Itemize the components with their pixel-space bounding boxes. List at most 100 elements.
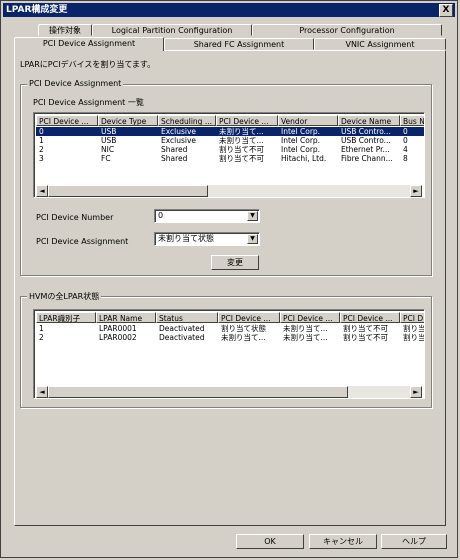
- table-row[interactable]: 0 USB Exclusive 未割り当て... Intel Corp. USB…: [36, 127, 424, 136]
- table-cell: 割り当て不可: [219, 154, 264, 163]
- table-cell: Shared: [161, 145, 188, 154]
- change-button[interactable]: 変更: [211, 255, 259, 270]
- table-cell: Intel Corp.: [278, 127, 338, 136]
- pci-col-header[interactable]: Device Name: [338, 115, 400, 126]
- table-cell: 2: [39, 333, 44, 342]
- pci-list-hscrollbar[interactable]: ◄ ►: [36, 185, 422, 197]
- table-cell: 未割り当て...: [219, 136, 264, 145]
- tab-shared-fc-assignment[interactable]: Shared FC Assignment: [164, 38, 314, 50]
- table-cell: 2: [39, 145, 44, 154]
- table-cell: Deactivated: [159, 324, 205, 333]
- table-cell: Hitachi, Ltd.: [281, 154, 327, 163]
- table-cell: Ethernet Pr...: [341, 145, 390, 154]
- tab-vnic-assignment[interactable]: VNIC Assignment: [314, 38, 446, 50]
- lpar-group-legend: HVMの全LPAR状態: [27, 291, 102, 302]
- lpar-col-header[interactable]: PCI Device ...: [218, 312, 280, 323]
- table-cell: LPAR0002: [99, 333, 137, 342]
- lpar-col-header[interactable]: Status: [156, 312, 218, 323]
- scroll-thumb[interactable]: [48, 386, 348, 398]
- cancel-button[interactable]: キャンセル: [309, 534, 377, 549]
- scroll-left-icon[interactable]: ◄: [36, 185, 48, 197]
- table-cell: Exclusive: [161, 136, 197, 145]
- table-cell: 割り当て不可: [343, 324, 388, 333]
- table-cell: 未割り当て...: [283, 333, 328, 342]
- pci-device-list[interactable]: PCI Device ... Device Type Scheduling ..…: [33, 112, 425, 198]
- table-cell: 0: [403, 136, 408, 145]
- table-cell: LPAR0001: [99, 324, 137, 333]
- table-cell: Shared: [161, 154, 188, 163]
- table-cell: Deactivated: [159, 333, 205, 342]
- table-cell: 1: [39, 136, 44, 145]
- table-cell: Exclusive: [158, 127, 216, 136]
- table-cell: 割り当: [403, 333, 425, 342]
- device-number-value: 0: [158, 211, 164, 220]
- table-cell: 8: [403, 154, 408, 163]
- lpar-list-hscrollbar[interactable]: ◄ ►: [36, 386, 422, 398]
- lpar-col-header[interactable]: LPAR識別子: [36, 312, 96, 323]
- table-cell: 1: [39, 324, 44, 333]
- tab-operation-target[interactable]: 操作対象: [38, 24, 92, 36]
- lpar-col-header[interactable]: PCI D: [400, 312, 424, 323]
- help-button[interactable]: ヘルプ: [381, 534, 447, 549]
- assignment-value: 未割り当て状態: [158, 234, 214, 243]
- lpar-col-header[interactable]: PCI Device ...: [280, 312, 340, 323]
- assignment-label: PCI Device Assignment: [36, 237, 129, 246]
- table-cell: 割り当て状態: [221, 324, 266, 333]
- tab-processor-configuration[interactable]: Processor Configuration: [252, 24, 442, 36]
- table-cell: 3: [39, 154, 44, 163]
- assignment-select[interactable]: 未割り当て状態 ▼: [154, 232, 260, 246]
- device-number-select[interactable]: 0 ▼: [154, 209, 260, 223]
- table-cell: Fibre Chann...: [341, 154, 393, 163]
- pci-col-header[interactable]: Bus N: [400, 115, 424, 126]
- tab-pci-device-assignment[interactable]: PCI Device Assignment: [14, 37, 164, 51]
- table-cell: USB Contro...: [338, 127, 400, 136]
- pci-col-header[interactable]: PCI Device ...: [216, 115, 278, 126]
- tab-logical-partition-configuration[interactable]: Logical Partition Configuration: [92, 24, 252, 36]
- table-cell: NIC: [101, 145, 115, 154]
- table-cell: Intel Corp.: [281, 136, 321, 145]
- close-button[interactable]: X: [439, 4, 453, 17]
- lpar-status-list[interactable]: LPAR識別子 LPAR Name Status PCI Device ... …: [33, 309, 425, 399]
- lpar-col-header[interactable]: LPAR Name: [96, 312, 156, 323]
- table-cell: Intel Corp.: [281, 145, 321, 154]
- table-row[interactable]: 1 LPAR0001 Deactivated 割り当て状態 未割り当て... 割…: [36, 324, 424, 333]
- table-cell: 割り当て不可: [343, 333, 388, 342]
- pci-col-header[interactable]: PCI Device ...: [36, 115, 98, 126]
- pci-list-title: PCI Device Assignment 一覧: [33, 98, 144, 107]
- lpar-col-header[interactable]: PCI Device ...: [340, 312, 400, 323]
- pci-group-legend: PCI Device Assignment: [27, 79, 124, 88]
- pci-col-header[interactable]: Scheduling ...: [158, 115, 216, 126]
- lpar-list-rows: 1 LPAR0001 Deactivated 割り当て状態 未割り当て... 割…: [36, 324, 425, 342]
- table-cell: 0: [36, 127, 98, 136]
- table-cell: USB: [98, 127, 158, 136]
- table-row[interactable]: 2 NIC Shared 割り当て不可 Intel Corp. Ethernet…: [36, 145, 424, 154]
- table-cell: USB Contro...: [341, 136, 391, 145]
- table-cell: 未割り当て...: [216, 127, 278, 136]
- chevron-down-icon[interactable]: ▼: [247, 211, 258, 221]
- instruction-text: LPARにPCIデバイスを割り当てます。: [20, 60, 156, 69]
- pci-list-rows: 0 USB Exclusive 未割り当て... Intel Corp. USB…: [36, 127, 424, 163]
- table-cell: 未割り当て...: [221, 333, 266, 342]
- chevron-down-icon[interactable]: ▼: [247, 234, 258, 244]
- device-number-label: PCI Device Number: [36, 213, 114, 222]
- table-cell: 0: [400, 127, 424, 136]
- lpar-list-header: LPAR識別子 LPAR Name Status PCI Device ... …: [36, 312, 424, 323]
- scroll-right-icon[interactable]: ►: [410, 185, 422, 197]
- pci-list-header: PCI Device ... Device Type Scheduling ..…: [36, 115, 424, 126]
- table-cell: FC: [101, 154, 111, 163]
- ok-button[interactable]: OK: [236, 534, 304, 549]
- scroll-right-icon[interactable]: ►: [410, 386, 422, 398]
- table-row[interactable]: 2 LPAR0002 Deactivated 未割り当て... 未割り当て...…: [36, 333, 425, 342]
- table-cell: 未割り当て...: [283, 324, 328, 333]
- scroll-left-icon[interactable]: ◄: [36, 386, 48, 398]
- table-cell: USB: [101, 136, 117, 145]
- title-bar[interactable]: LPAR構成変更 X: [3, 3, 455, 17]
- pci-col-header[interactable]: Device Type: [98, 115, 158, 126]
- pci-col-header[interactable]: Vendor: [278, 115, 338, 126]
- table-row[interactable]: 3 FC Shared 割り当て不可 Hitachi, Ltd. Fibre C…: [36, 154, 424, 163]
- table-cell: 4: [403, 145, 408, 154]
- scroll-thumb[interactable]: [48, 185, 208, 197]
- window-title: LPAR構成変更: [6, 5, 68, 15]
- table-row[interactable]: 1 USB Exclusive 未割り当て... Intel Corp. USB…: [36, 136, 424, 145]
- table-cell: 割り当て不可: [219, 145, 264, 154]
